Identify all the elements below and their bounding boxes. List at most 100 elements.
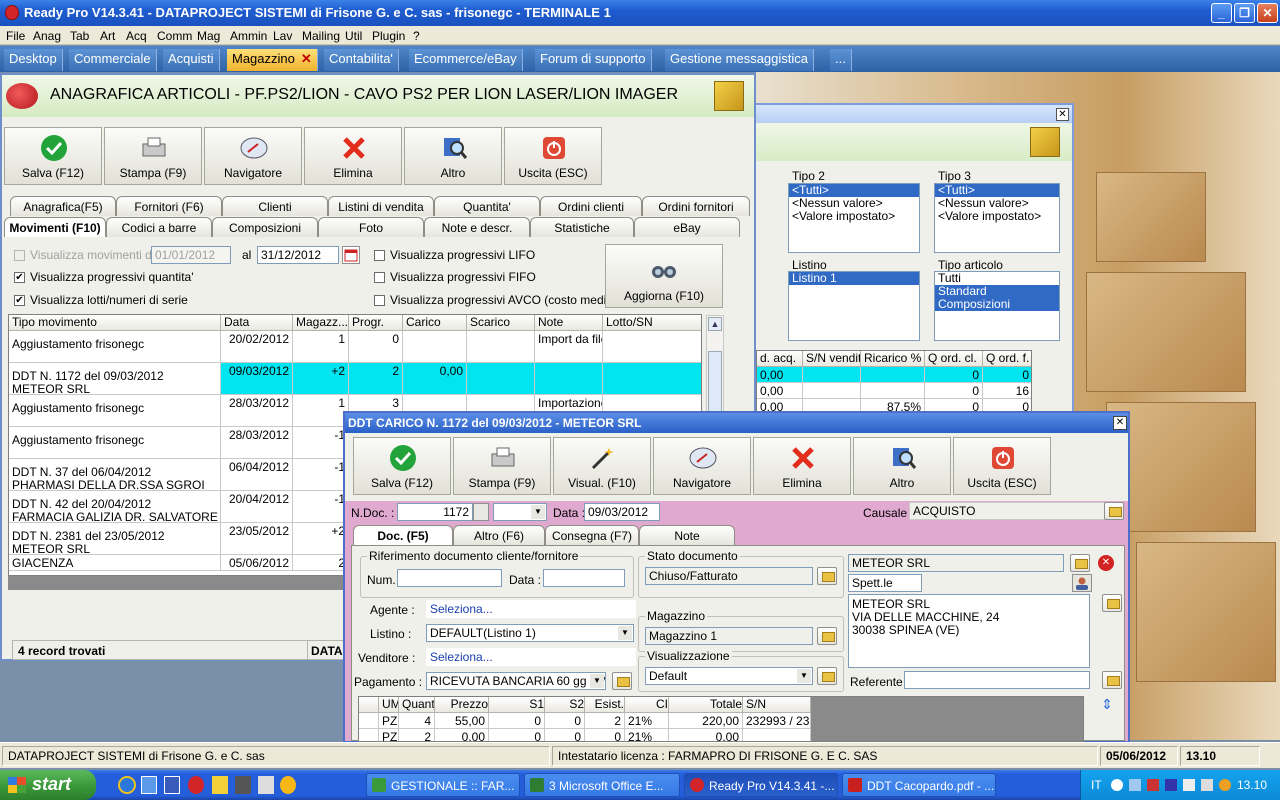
list-item[interactable]: Listino 1 [789,272,919,285]
menu-tab[interactable]: Tab [70,29,89,43]
taskbar-office[interactable]: 3 Microsoft Office E... [524,773,680,797]
tab-more[interactable]: ... [830,49,852,71]
lotto-cell[interactable] [603,331,701,363]
table-cell[interactable]: 4 [399,713,435,729]
taskbar-readypro[interactable]: Ready Pro V14.3.41 -... [684,773,838,797]
column-header[interactable]: Quant. [399,697,435,713]
pagamento-select[interactable]: RICEVUTA BANCARIA 60 gg FM [426,672,606,690]
referente-input[interactable] [904,671,1090,689]
column-header[interactable]: Magazz... [293,315,349,331]
movement-type-cell[interactable]: DDT N. 1172 del 09/03/2012 METEOR SRL [9,363,221,395]
lotto-cell[interactable] [603,363,701,395]
quicklaunch-icon[interactable] [258,776,274,794]
causale-input[interactable]: ACQUISTO [909,502,1105,520]
ddt-save-button[interactable]: Salva (F12) [353,437,451,495]
exit-button[interactable]: Uscita (ESC) [504,127,602,185]
chevron-down-icon[interactable]: ▼ [590,674,604,688]
table-cell[interactable]: 21% [625,713,669,729]
tipo-articolo-list[interactable]: Tutti Standard Composizioni [934,271,1060,341]
menu-mag[interactable]: Mag [197,29,220,43]
row-selector[interactable] [359,713,379,729]
table-cell[interactable]: 0 [545,713,585,729]
network-icon[interactable] [1129,779,1141,791]
column-header[interactable]: Lotto/SN [603,315,701,331]
table-cell[interactable]: 20/02/2012 [221,331,293,363]
ndoc-spin[interactable] [473,503,489,521]
table-cell[interactable]: 2 [585,713,625,729]
fornitore-folder-icon[interactable] [1070,554,1090,572]
tab-commerciale[interactable]: Commerciale [69,49,157,71]
ddt-exit-button[interactable]: Uscita (ESC) [953,437,1051,495]
tab-close-icon[interactable]: ✕ [301,51,312,66]
movement-type-cell[interactable]: DDT N. 2381 del 23/05/2012 METEOR SRL [9,523,221,555]
tray-arrow-icon[interactable] [1111,779,1123,791]
menu-lav[interactable]: Lav [273,29,292,43]
ddt-visual-button[interactable]: Visual. (F10) [553,437,651,495]
column-header[interactable]: Note [535,315,603,331]
data-input[interactable]: 09/03/2012 [584,503,660,521]
table-cell[interactable]: 0,00 [403,363,467,395]
save-button[interactable]: Salva (F12) [4,127,102,185]
ddt-tab-altro[interactable]: Altro (F6) [453,525,545,545]
menu-comm[interactable]: Comm [157,29,192,43]
column-header[interactable]: Progr. [349,315,403,331]
lifo-checkbox[interactable] [374,250,385,261]
ie-icon[interactable] [118,776,136,794]
table-cell[interactable] [467,363,535,395]
readypro-icon[interactable] [188,776,204,794]
menu-ammin[interactable]: Ammin [230,29,267,43]
ddt-delete-button[interactable]: Elimina [753,437,851,495]
column-header[interactable]: Totale [669,697,743,713]
column-header[interactable]: Data [221,315,293,331]
table-cell[interactable]: 28/03/2012 [221,395,293,427]
minimize-button[interactable]: _ [1211,3,1232,23]
tab-fornitori[interactable]: Fornitori (F6) [116,196,222,216]
tab-acquisti[interactable]: Acquisti [163,49,220,71]
menu-anag[interactable]: Anag [33,29,61,43]
scroll-up-icon[interactable]: ▲ [708,317,722,331]
column-header[interactable]: Carico [403,315,467,331]
tab-magazzino[interactable]: Magazzino ✕ [227,49,318,71]
prog-qta-checkbox[interactable]: ✔ [14,272,25,283]
tab-movimenti[interactable]: Movimenti (F10) [4,217,106,237]
table-cell[interactable]: 20/04/2012 [221,491,293,523]
print-button[interactable]: Stampa (F9) [104,127,202,185]
magazzino-folder-icon[interactable] [817,627,837,645]
tab-desktop[interactable]: Desktop [4,49,63,71]
column-header[interactable]: Tipo movimento [9,315,221,331]
tab-contabilita[interactable]: Contabilita' [324,49,399,71]
movement-type-cell[interactable]: Aggiustamento frisonegc [9,395,221,427]
ddt-navigator-button[interactable]: Navigatore [653,437,751,495]
table-cell[interactable]: 28/03/2012 [221,427,293,459]
menu-help[interactable]: ? [413,29,420,43]
tab-quantita[interactable]: Quantita' [434,196,540,216]
quicklaunch-icon[interactable] [235,776,251,794]
navigator-button[interactable]: Navigatore [204,127,302,185]
bluetooth-icon[interactable] [1165,779,1177,791]
magazzino-input[interactable]: Magazzino 1 [645,627,813,645]
column-header[interactable]: S2 [545,697,585,713]
causale-folder-icon[interactable] [1104,502,1124,520]
table-cell[interactable]: 0,00 [669,729,743,741]
listino-list[interactable]: Listino 1 [788,271,920,341]
table-cell[interactable]: Import da file [535,331,603,363]
shield-icon[interactable] [1147,779,1159,791]
table-cell[interactable]: 220,00 [669,713,743,729]
table-cell[interactable]: 0 [489,713,545,729]
fornitore-input[interactable]: METEOR SRL [848,554,1064,572]
table-cell[interactable]: 232993 / 232994... [743,713,811,729]
table-cell[interactable] [743,729,811,741]
table-cell[interactable]: +2 [293,523,349,555]
other-button[interactable]: Altro [404,127,502,185]
ndoc-input[interactable]: 1172 [397,503,473,521]
column-header[interactable]: CI [625,697,669,713]
table-cell[interactable] [403,331,467,363]
tab-ebay[interactable]: eBay [634,217,740,237]
ddt-other-button[interactable]: Altro [853,437,951,495]
table-cell[interactable] [467,331,535,363]
list-item[interactable]: Composizioni [935,298,1059,311]
quicklaunch-icon[interactable] [212,776,228,794]
tab-foto[interactable]: Foto [318,217,424,237]
listino-select[interactable]: DEFAULT(Listino 1) [426,624,634,642]
table-cell[interactable] [535,363,603,395]
